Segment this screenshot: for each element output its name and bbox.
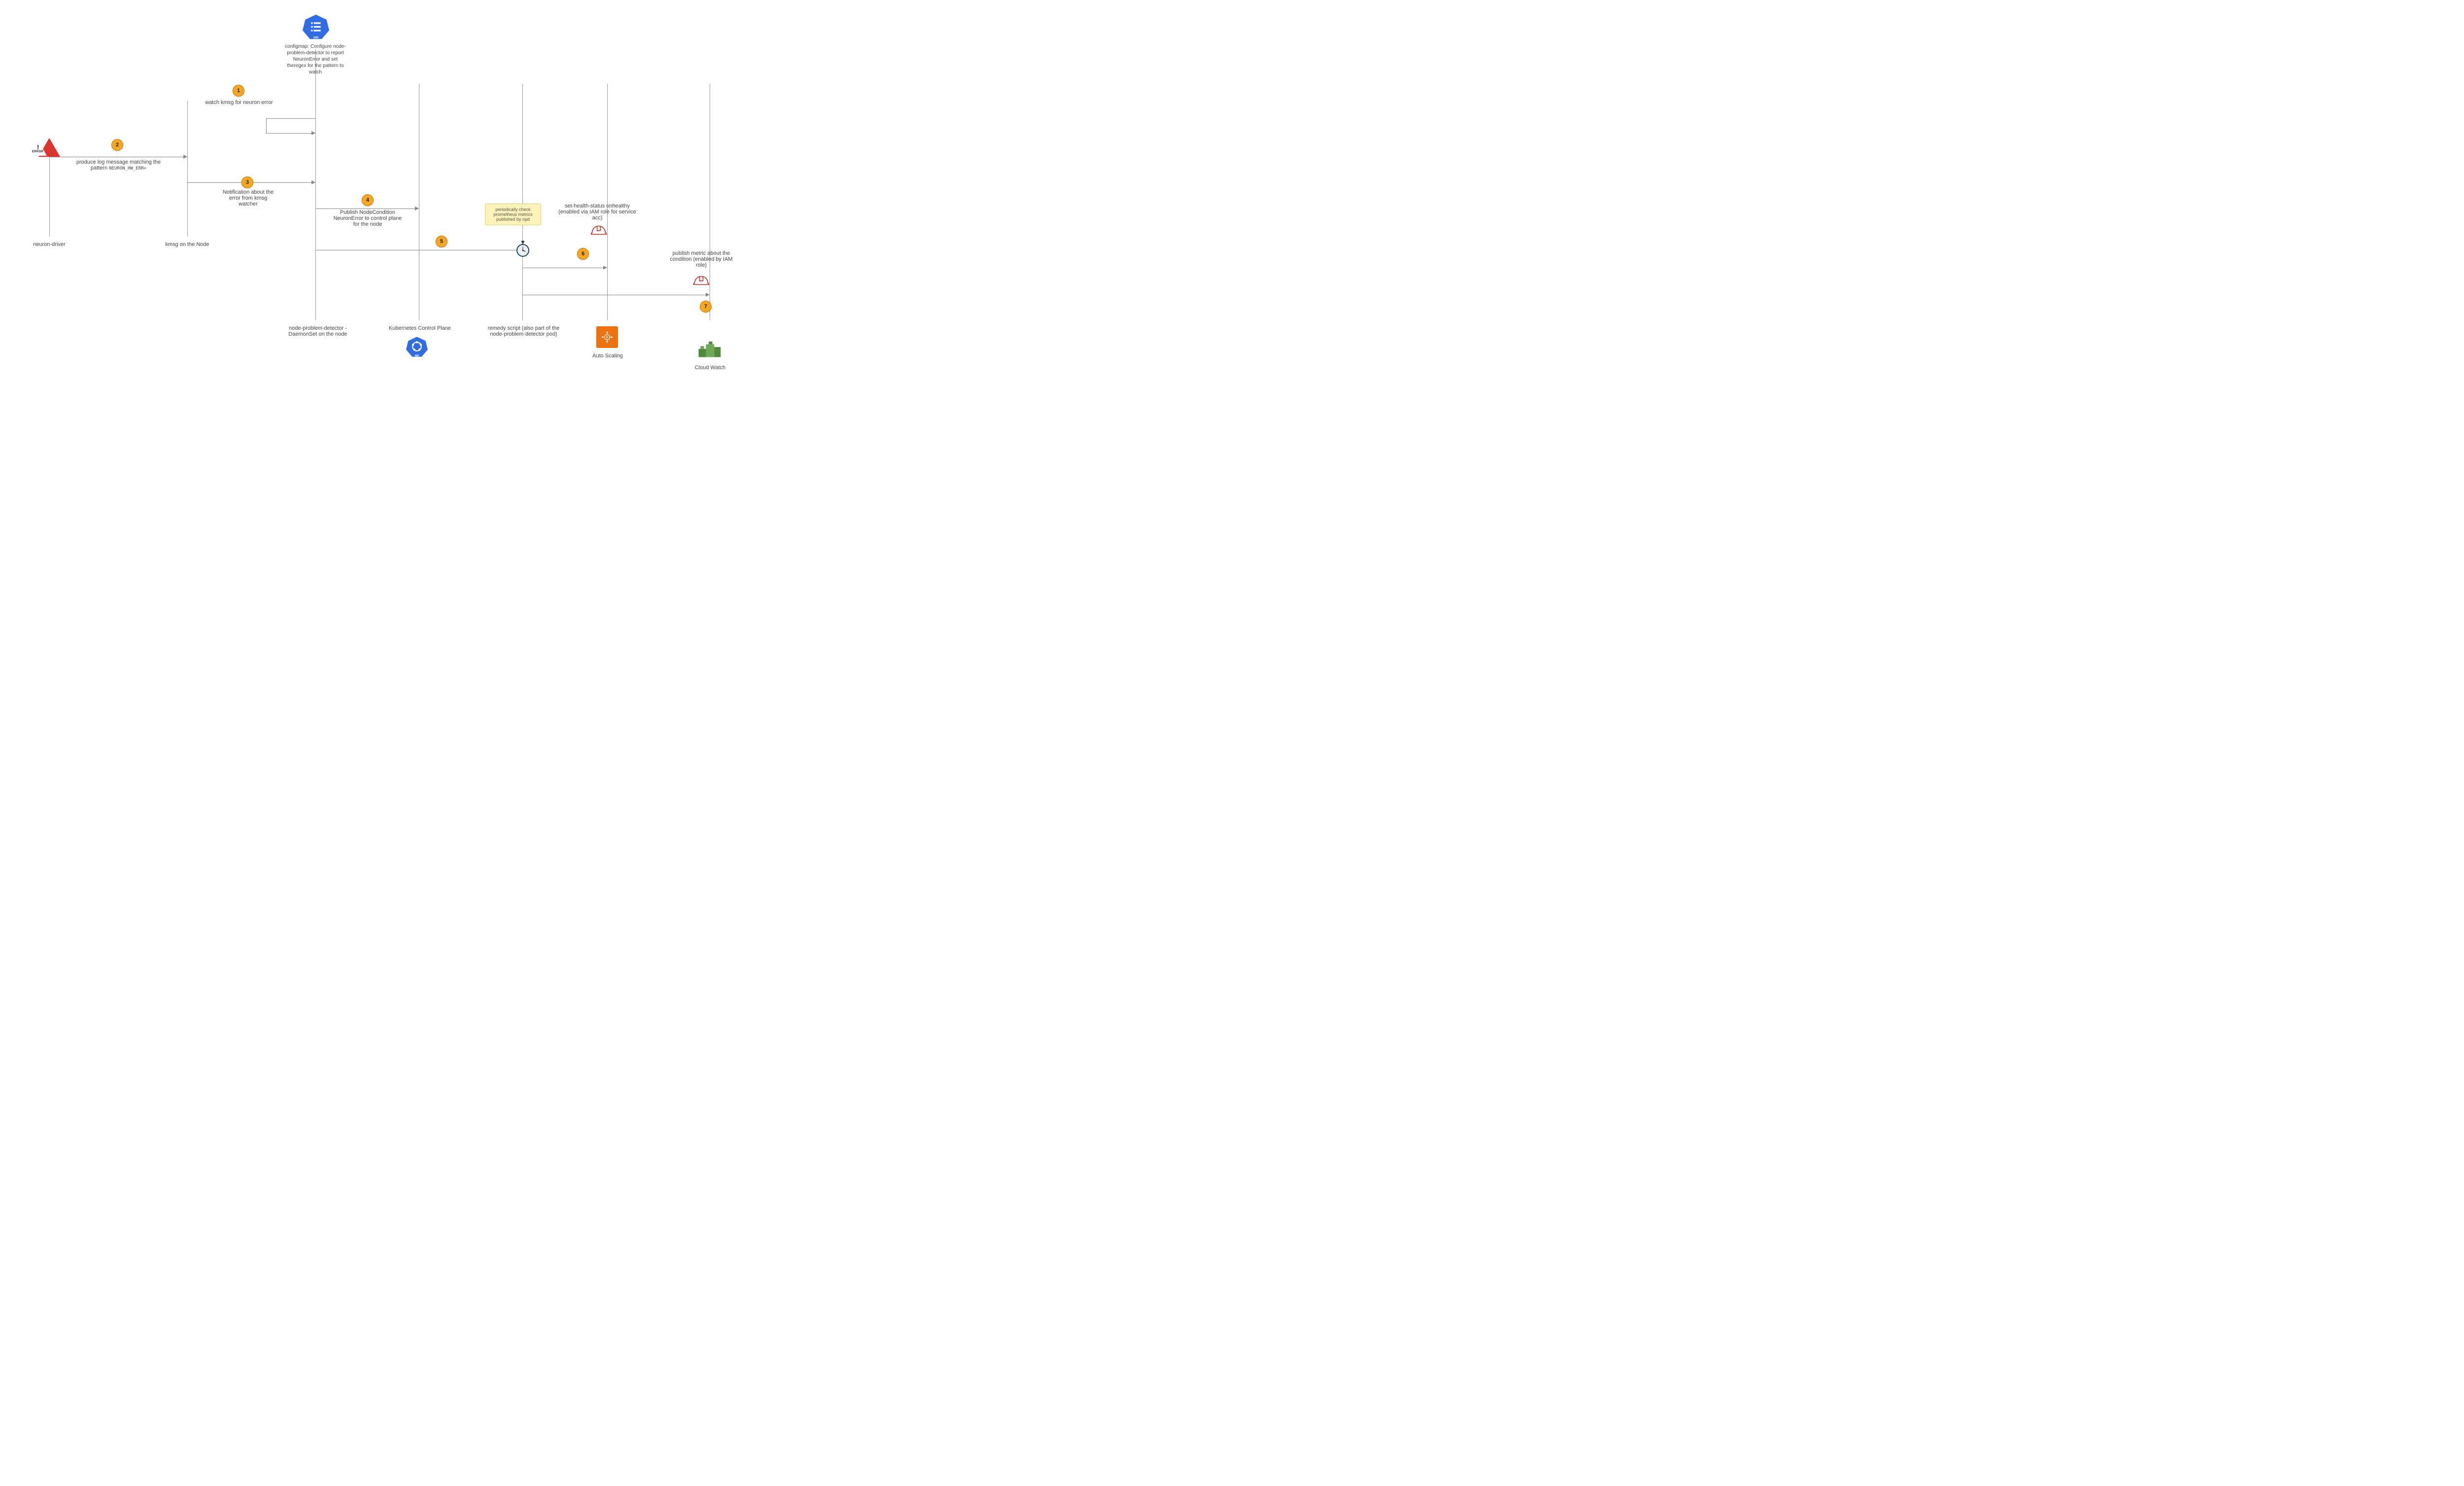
configmap-icon: cm	[303, 14, 329, 40]
label-kcp: Kubernetes Control Plane	[385, 325, 454, 331]
cm-badge-label: cm	[303, 36, 329, 39]
step6-label: set-health-status unhealthy (enabled via…	[558, 203, 637, 221]
lifeline-kmsg	[187, 101, 188, 237]
step3-number: 3	[241, 176, 253, 188]
cloudwatch-icon	[696, 335, 723, 360]
stopwatch-icon	[515, 241, 530, 257]
label-npd: node-problem-detector -DaemonSet on the …	[281, 325, 355, 337]
autoscaling-icon	[596, 326, 618, 348]
arrow-step4	[315, 208, 418, 209]
hardhat-icon-step7	[693, 275, 710, 286]
api-badge-label: api	[406, 354, 428, 357]
lifeline-npd	[315, 49, 316, 320]
diagram-canvas: cm configmap: Configure node-problem-det…	[0, 0, 739, 389]
lifeline-asg	[607, 84, 608, 320]
arrow-step1-down	[266, 118, 267, 133]
label-remedy: remedy script (also part of the node-pro…	[480, 325, 567, 337]
hardhat-icon-step6	[590, 225, 607, 236]
label-asg: Auto Scaling	[589, 353, 626, 359]
step7-label: publish metric about the condition (enab…	[664, 250, 738, 268]
lifeline-remedy	[522, 84, 523, 320]
step2-label: produce log message matching the pattern…	[73, 159, 164, 171]
step6-number: 6	[577, 248, 589, 260]
step7-number: 7	[700, 301, 712, 312]
arrow-step1-back	[266, 133, 315, 134]
step4-number: 4	[362, 194, 374, 206]
arrow-step1-out	[266, 118, 315, 119]
label-cw: Cloud Watch	[692, 365, 728, 371]
label-neuron-driver: neuron-driver	[27, 242, 71, 247]
sticky-note-prometheus: periodically check prometheus metrics pu…	[485, 204, 541, 225]
step1-label: watch kmsg for neuron error	[202, 100, 276, 105]
step2-number: 2	[111, 139, 123, 151]
k8s-api-icon: api	[406, 336, 428, 358]
step1-number: 1	[233, 85, 244, 97]
configmap-description: configmap: Configure node-problem-detect…	[283, 43, 347, 75]
step5-number: 5	[436, 236, 447, 247]
step3-label: Notification about the error from kmsg w…	[220, 189, 276, 207]
step4-label: Publish NodeCondition NeuronError to con…	[333, 209, 402, 227]
label-kmsg: kmsg on the Node	[158, 242, 217, 247]
